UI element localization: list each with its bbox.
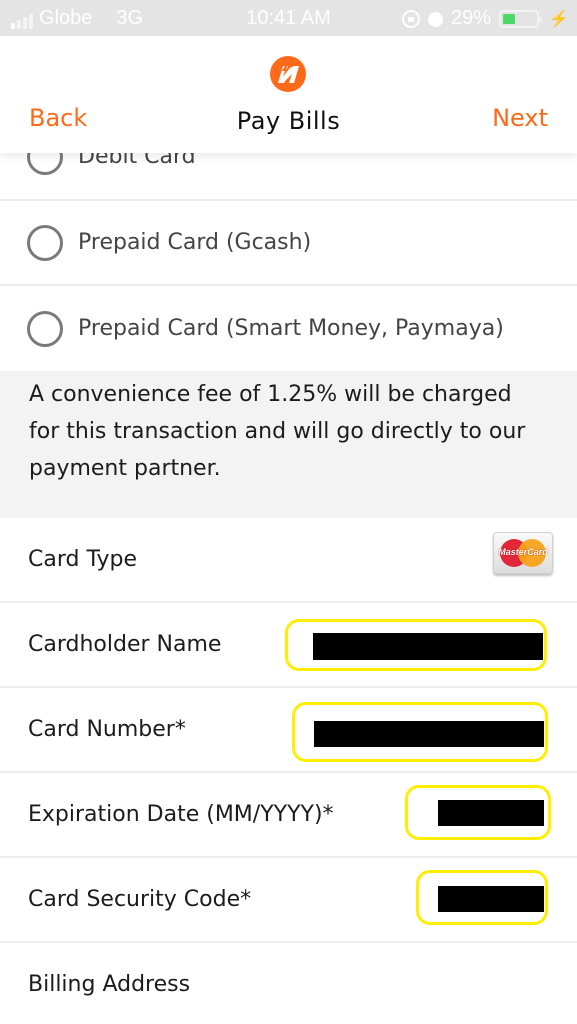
security-code-row: Card Security Code* (0, 858, 577, 943)
status-right: 29% ⚡ (402, 7, 569, 30)
card-number-label: Card Number* (28, 717, 186, 742)
battery-icon (499, 9, 543, 28)
cardholder-name-label: Cardholder Name (28, 632, 222, 657)
expiration-date-label: Expiration Date (MM/YYYY)* (28, 802, 334, 827)
brand-logo-icon (270, 56, 306, 92)
redacted-value (438, 886, 544, 912)
option-prepaid-smart-paymaya[interactable]: Prepaid Card (Smart Money, Paymaya) (0, 286, 577, 371)
alarm-icon (428, 12, 444, 27)
status-bar: Globe 3G 10:41 AM 29% ⚡ (0, 0, 577, 36)
option-label: Prepaid Card (Smart Money, Paymaya) (78, 316, 504, 341)
payment-form: Debit Card Prepaid Card (Gcash) Prepaid … (0, 114, 577, 1024)
card-number-input[interactable] (292, 702, 548, 762)
card-type-label: Card Type (28, 547, 137, 572)
expiration-date-input[interactable] (405, 785, 551, 840)
mastercard-icon[interactable]: MasterCard (493, 532, 553, 574)
cardholder-name-row: Cardholder Name (0, 603, 577, 688)
page-title: Pay Bills (236, 107, 341, 135)
redacted-value (438, 800, 544, 826)
redacted-value (313, 633, 543, 660)
card-type-row[interactable]: Card Type MasterCard (0, 518, 577, 603)
nav-header: Back Pay Bills Next (0, 36, 577, 153)
billing-address-value[interactable] (260, 953, 553, 1013)
battery-fill (503, 13, 516, 24)
expiration-date-row: Expiration Date (MM/YYYY)* (0, 773, 577, 858)
option-label: Prepaid Card (Gcash) (78, 230, 312, 255)
billing-address-label: Billing Address (28, 972, 191, 997)
charging-bolt-icon: ⚡ (549, 10, 569, 28)
battery-percent: 29% (451, 7, 492, 29)
security-code-input[interactable] (416, 870, 548, 925)
card-number-row: Card Number* (0, 688, 577, 773)
cardholder-name-input[interactable] (285, 619, 547, 671)
billing-address-row[interactable]: Billing Address (0, 943, 577, 1024)
security-code-label: Card Security Code* (28, 887, 252, 912)
next-button[interactable]: Next (492, 104, 548, 132)
rotation-lock-icon (402, 9, 421, 28)
redacted-value (314, 721, 544, 747)
convenience-fee-notice: A convenience fee of 1.25% will be charg… (0, 371, 577, 518)
option-prepaid-gcash[interactable]: Prepaid Card (Gcash) (0, 201, 577, 286)
radio-button[interactable] (27, 224, 63, 261)
radio-button[interactable] (27, 310, 63, 347)
